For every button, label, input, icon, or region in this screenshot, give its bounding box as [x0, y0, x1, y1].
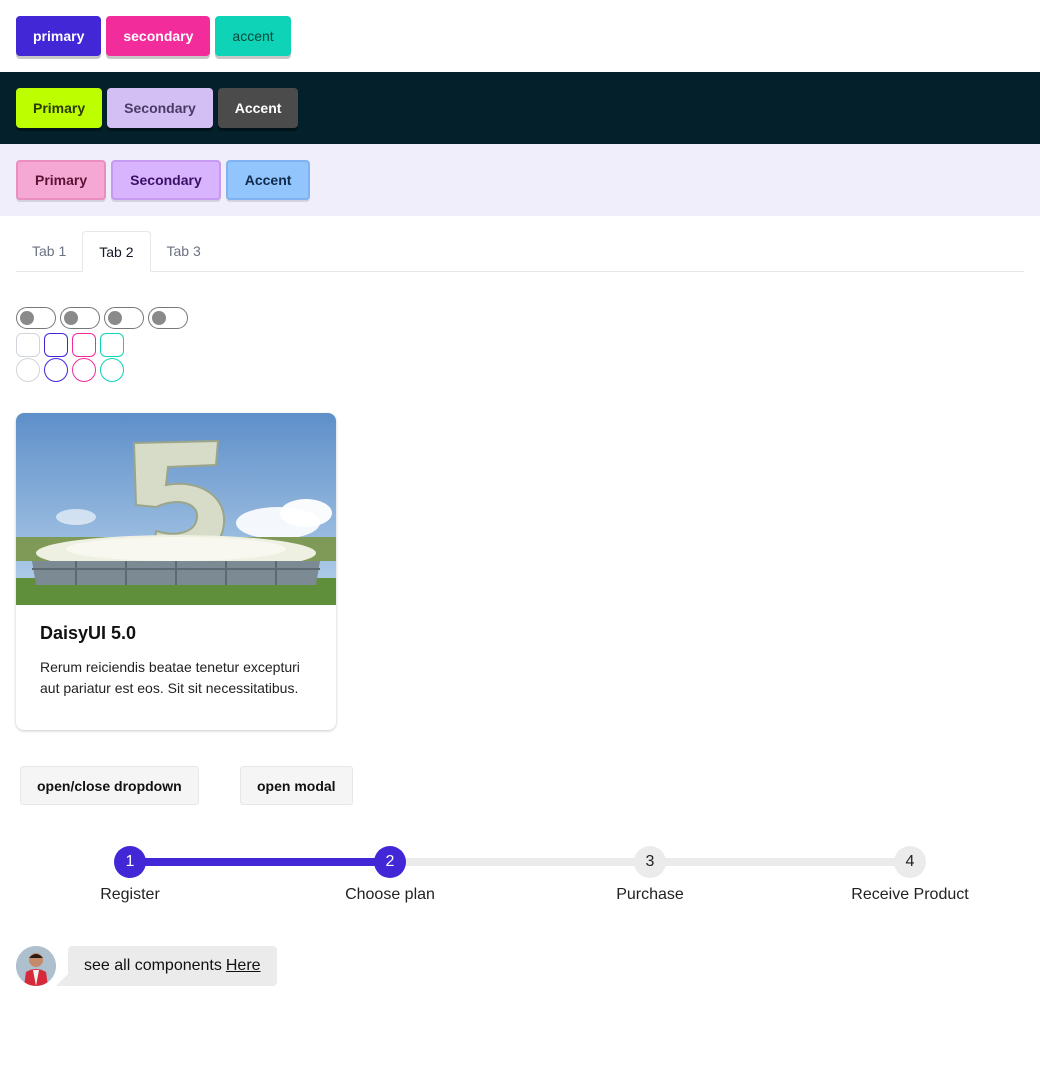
step-1-label: Register	[100, 886, 160, 903]
tab-2[interactable]: Tab 2	[82, 231, 151, 272]
step-connector	[130, 858, 390, 866]
step-connector	[390, 858, 650, 866]
toggle-knob	[152, 311, 166, 325]
open-modal-button[interactable]: open modal	[240, 766, 353, 805]
toggle-secondary[interactable]	[104, 307, 144, 329]
steps: 1 2 3 4 Register Choose plan Purchase Re…	[0, 846, 1040, 916]
radio-accent[interactable]	[100, 358, 124, 382]
button-row-pastel-theme: Primary Secondary Accent	[0, 144, 1040, 216]
components-link[interactable]: Here	[226, 957, 261, 975]
step-4-indicator: 4	[894, 846, 926, 878]
toggle-knob	[64, 311, 78, 325]
checkbox-default[interactable]	[16, 333, 40, 357]
secondary-button[interactable]: secondary	[106, 16, 211, 56]
secondary-button-pastel[interactable]: Secondary	[111, 160, 221, 200]
tab-3[interactable]: Tab 3	[151, 231, 217, 271]
checkbox-group	[16, 333, 124, 357]
button-row-default: primary secondary accent	[0, 0, 1040, 72]
accent-button[interactable]: accent	[215, 16, 291, 56]
toggle-knob	[20, 311, 34, 325]
radio-default[interactable]	[16, 358, 40, 382]
step-3-indicator: 3	[634, 846, 666, 878]
primary-button[interactable]: primary	[16, 16, 102, 56]
tab-1[interactable]: Tab 1	[16, 231, 82, 271]
primary-button-pastel[interactable]: Primary	[16, 160, 107, 200]
chat-bubble: see all components Here	[68, 946, 277, 986]
card: DaisyUI 5.0 Rerum reiciendis beatae tene…	[16, 413, 336, 730]
checkbox-accent[interactable]	[100, 333, 124, 357]
bubble-tail-shape	[56, 974, 68, 986]
accent-button-dark[interactable]: Accent	[217, 88, 299, 128]
primary-button-dark[interactable]: Primary	[16, 88, 103, 128]
step-2-indicator: 2	[374, 846, 406, 878]
avatar-image	[16, 946, 56, 986]
toggle-primary[interactable]	[60, 307, 100, 329]
toggle-accent[interactable]	[148, 307, 188, 329]
secondary-button-dark[interactable]: Secondary	[107, 88, 213, 128]
chat-bubble-text: see all components	[84, 957, 222, 974]
button-row-dark-theme: Primary Secondary Accent	[0, 72, 1040, 144]
step-2-label: Choose plan	[345, 886, 435, 903]
radio-secondary[interactable]	[72, 358, 96, 382]
card-title: DaisyUI 5.0	[40, 623, 137, 643]
step-3-label: Purchase	[616, 886, 684, 903]
flower-number-five-image	[16, 413, 336, 605]
user-avatar	[16, 946, 56, 986]
step-4-label: Receive Product	[851, 886, 969, 903]
step-1-indicator: 1	[114, 846, 146, 878]
radio-group	[16, 358, 124, 382]
card-description: Rerum reiciendis beatae tenetur exceptur…	[40, 659, 300, 696]
card-body: DaisyUI 5.0 Rerum reiciendis beatae tene…	[16, 605, 336, 717]
chat-bubble-tail	[56, 946, 68, 986]
chat-message: see all components Here	[16, 946, 277, 986]
step-connector	[650, 858, 910, 866]
accent-button-pastel[interactable]: Accent	[225, 160, 311, 200]
checkbox-secondary[interactable]	[72, 333, 96, 357]
toggle-knob	[108, 311, 122, 325]
toggle-group	[16, 307, 188, 329]
dropdown-toggle-button[interactable]: open/close dropdown	[20, 766, 199, 805]
radio-primary[interactable]	[44, 358, 68, 382]
tab-bar: Tab 1 Tab 2 Tab 3	[16, 231, 1024, 272]
toggle-default[interactable]	[16, 307, 56, 329]
checkbox-primary[interactable]	[44, 333, 68, 357]
